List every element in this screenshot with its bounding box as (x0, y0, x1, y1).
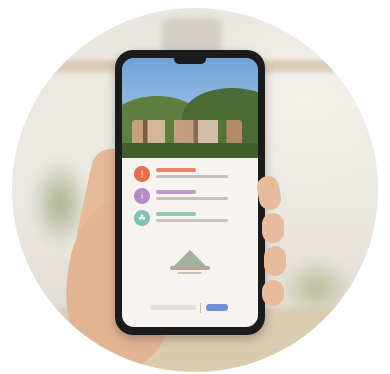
phone-screen: ! i ☘ (122, 58, 258, 327)
hero-image (122, 58, 258, 158)
mountain-logo (170, 248, 210, 276)
hand-finger (262, 280, 284, 306)
photo-circle: ! i ☘ (12, 8, 378, 372)
menu-item[interactable]: i (134, 188, 250, 206)
menu-item[interactable]: ! (134, 166, 250, 184)
alert-icon: ! (134, 166, 150, 182)
menu-item-description (156, 175, 228, 178)
mountain-logo-shape (174, 250, 206, 266)
menu-item-description (156, 219, 228, 222)
footer-button[interactable] (206, 304, 228, 311)
smartphone: ! i ☘ (115, 50, 265, 335)
menu-item-title (156, 190, 196, 194)
mountain-logo-base (170, 266, 210, 270)
info-icon: i (134, 188, 150, 204)
menu-item-description (156, 197, 228, 200)
leaf-icon: ☘ (134, 210, 150, 226)
hand-finger (264, 246, 286, 276)
menu-item-title (156, 168, 196, 172)
phone-notch (174, 58, 206, 64)
divider (200, 303, 201, 313)
trees-shape (122, 143, 258, 158)
menu-item[interactable]: ☘ (134, 210, 250, 228)
mountain-logo-text (178, 272, 202, 274)
footer-input[interactable] (150, 305, 196, 310)
menu-item-title (156, 212, 196, 216)
hand-finger (262, 213, 284, 243)
footer-row (150, 303, 230, 313)
